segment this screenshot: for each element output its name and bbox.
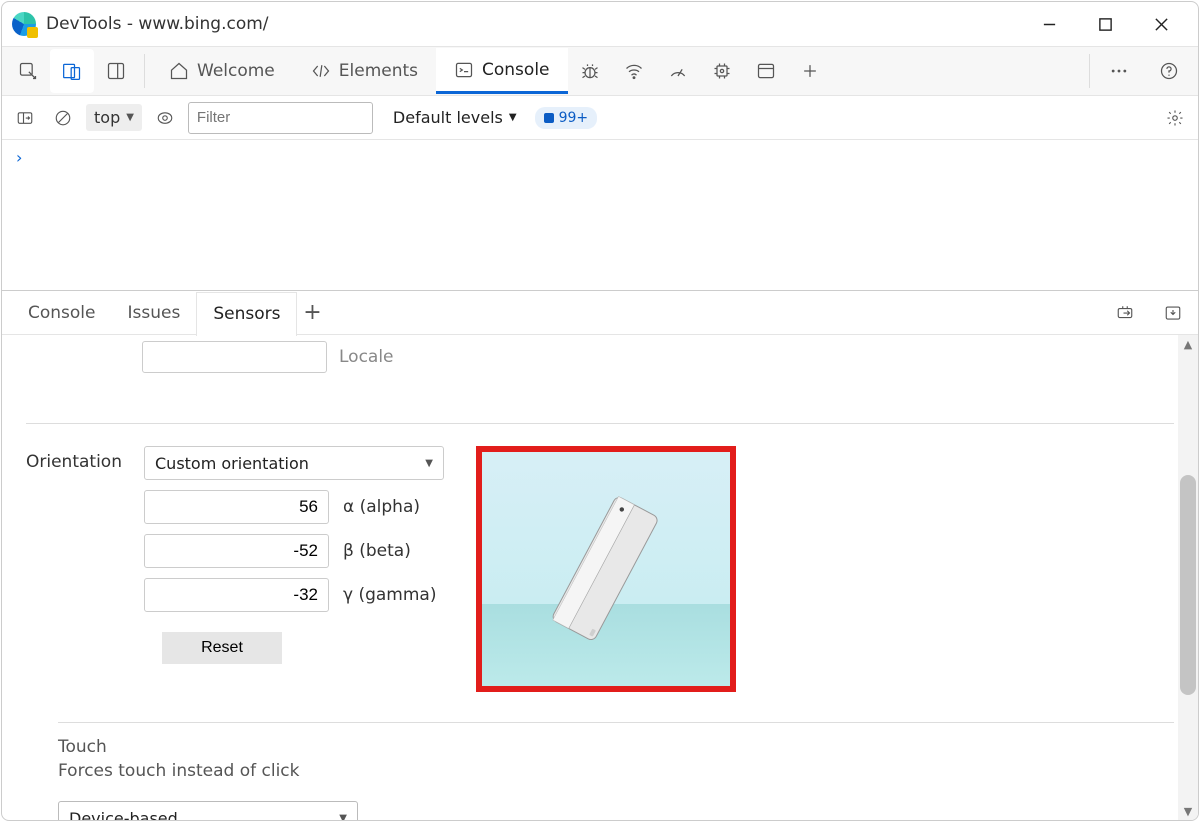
performance-icon[interactable] bbox=[656, 49, 700, 93]
drawer: Console Issues Sensors + Locale Orientat… bbox=[2, 290, 1198, 820]
phone-3d-icon bbox=[516, 459, 696, 679]
issues-badge[interactable]: 99+ bbox=[535, 107, 598, 129]
network-conditions-icon[interactable] bbox=[612, 49, 656, 93]
more-tools-icon[interactable] bbox=[1094, 49, 1144, 93]
tab-elements[interactable]: Elements bbox=[293, 48, 436, 94]
devtools-window: DevTools - www.bing.com/ Welcome Element… bbox=[1, 1, 1199, 821]
locale-row: Locale bbox=[142, 341, 1198, 373]
orientation-preview[interactable] bbox=[476, 446, 736, 692]
sensors-panel: Locale Orientation Custom orientation▼ α… bbox=[2, 335, 1198, 820]
drawer-tab-sensors[interactable]: Sensors bbox=[196, 292, 297, 336]
drawer-tab-console[interactable]: Console bbox=[12, 291, 112, 335]
live-expression-icon[interactable] bbox=[150, 103, 180, 133]
drawer-add-tab-button[interactable]: + bbox=[297, 300, 327, 325]
drawer-collapse-icon[interactable] bbox=[1158, 298, 1188, 328]
help-icon[interactable] bbox=[1144, 49, 1194, 93]
application-icon[interactable] bbox=[744, 49, 788, 93]
orientation-section: Orientation Custom orientation▼ α (alpha… bbox=[26, 446, 1174, 692]
minimize-button[interactable] bbox=[1036, 11, 1062, 37]
close-button[interactable] bbox=[1148, 11, 1174, 37]
alpha-label: α (alpha) bbox=[343, 497, 420, 517]
beta-label: β (beta) bbox=[343, 541, 411, 561]
touch-mode-select[interactable]: Device-based▼ bbox=[58, 801, 358, 820]
locale-input[interactable] bbox=[142, 341, 327, 373]
tab-welcome-label: Welcome bbox=[197, 61, 275, 81]
clear-console-icon[interactable] bbox=[48, 103, 78, 133]
console-prompt-icon: › bbox=[16, 148, 22, 167]
gamma-input[interactable] bbox=[144, 578, 329, 612]
inspect-element-icon[interactable] bbox=[6, 49, 50, 93]
scrollbar[interactable]: ▲ ▼ bbox=[1178, 335, 1198, 820]
console-body[interactable]: › bbox=[2, 140, 1198, 290]
reset-button[interactable]: Reset bbox=[162, 632, 282, 664]
tab-welcome[interactable]: Welcome bbox=[151, 48, 293, 94]
tab-console[interactable]: Console bbox=[436, 48, 568, 94]
titlebar: DevTools - www.bing.com/ bbox=[2, 2, 1198, 46]
section-divider-2 bbox=[58, 722, 1174, 723]
tab-elements-label: Elements bbox=[339, 61, 418, 81]
context-scope-selector[interactable]: top▼ bbox=[86, 104, 142, 131]
main-tabbar: Welcome Elements Console bbox=[2, 46, 1198, 96]
console-toolbar: top▼ Default levels▼ 99+ bbox=[2, 96, 1198, 140]
drawer-tab-issues[interactable]: Issues bbox=[112, 291, 197, 335]
tab-console-label: Console bbox=[482, 60, 550, 80]
orientation-mode-select[interactable]: Custom orientation▼ bbox=[144, 446, 444, 480]
touch-section: Touch Forces touch instead of click Devi… bbox=[58, 737, 1174, 820]
beta-input[interactable] bbox=[144, 534, 329, 568]
drawer-dock-icon[interactable] bbox=[1110, 298, 1140, 328]
device-emulation-icon[interactable] bbox=[50, 49, 94, 93]
maximize-button[interactable] bbox=[1092, 11, 1118, 37]
toggle-console-sidebar-icon[interactable] bbox=[10, 103, 40, 133]
scroll-down-icon[interactable]: ▼ bbox=[1178, 802, 1198, 820]
console-filter-input[interactable] bbox=[188, 102, 373, 134]
activity-bar-icon[interactable] bbox=[94, 49, 138, 93]
memory-icon[interactable] bbox=[700, 49, 744, 93]
console-settings-icon[interactable] bbox=[1160, 103, 1190, 133]
log-levels-selector[interactable]: Default levels▼ bbox=[393, 108, 517, 127]
orientation-label: Orientation bbox=[26, 446, 122, 472]
edge-devtools-icon bbox=[12, 12, 36, 36]
bug-icon[interactable] bbox=[568, 49, 612, 93]
window-title: DevTools - www.bing.com/ bbox=[46, 14, 269, 34]
gamma-label: γ (gamma) bbox=[343, 585, 436, 605]
scroll-thumb[interactable] bbox=[1180, 475, 1196, 695]
drawer-tabbar: Console Issues Sensors + bbox=[2, 291, 1198, 335]
scroll-up-icon[interactable]: ▲ bbox=[1178, 335, 1198, 353]
section-divider bbox=[26, 423, 1174, 424]
add-tab-button[interactable] bbox=[788, 49, 832, 93]
locale-label: Locale bbox=[339, 347, 394, 367]
alpha-input[interactable] bbox=[144, 490, 329, 524]
touch-desc: Forces touch instead of click bbox=[58, 761, 1174, 781]
touch-title: Touch bbox=[58, 737, 1174, 757]
